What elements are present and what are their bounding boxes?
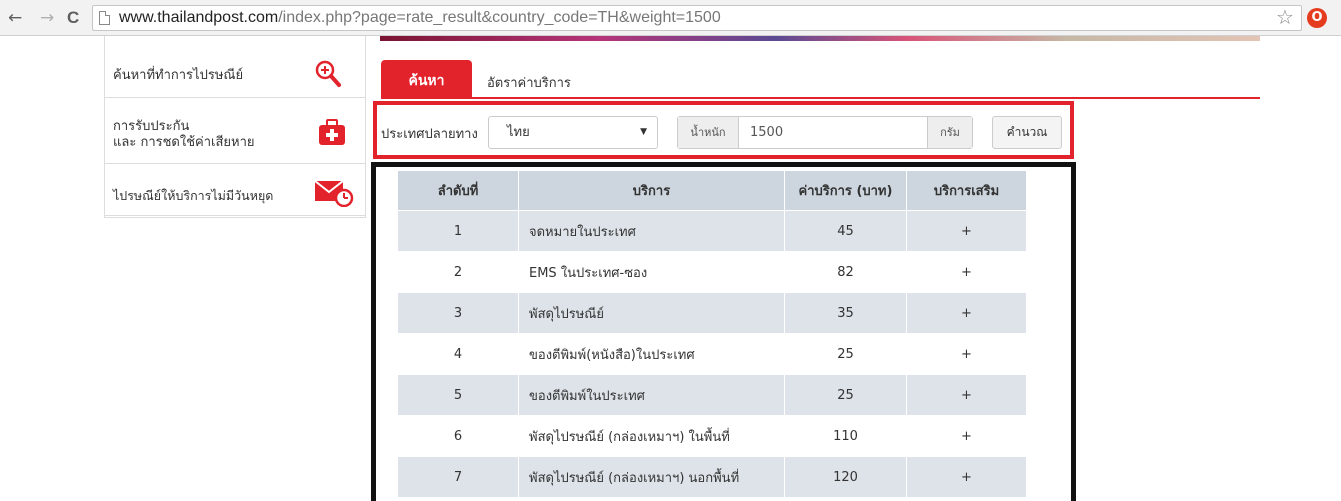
service-name: พัสดุไปรษณีย์ (กล่องเหมาฯ) ในพื้นที่ [518, 415, 785, 457]
table-row: 4 ของตีพิมพ์(หนังสือ)ในประเทศ 25 + [397, 333, 1027, 375]
tab-underline [381, 97, 1260, 99]
add-extra-service-button[interactable]: + [906, 210, 1027, 252]
sidebar: ค้นหาที่ทำการไปรษณีย์ การรับประกัน และ ก… [104, 36, 366, 218]
table-row: 3 พัสดุไปรษณีย์ 35 + [397, 292, 1027, 334]
add-extra-service-button[interactable]: + [906, 251, 1027, 293]
service-price: 120 [784, 456, 907, 498]
sidebar-item-open-daily[interactable]: ไปรษณีย์ให้บริการไม่มีวันหยุด [105, 164, 365, 216]
forward-arrow-icon[interactable]: → [40, 8, 54, 28]
column-header-price: ค่าบริการ (บาท) [784, 170, 907, 211]
add-extra-service-button[interactable]: + [906, 333, 1027, 375]
mail-clock-icon [314, 180, 354, 207]
weight-label: น้ำหนัก [678, 117, 739, 148]
service-name: จดหมายในประเทศ [518, 210, 785, 252]
service-price: 45 [784, 210, 907, 252]
column-header-extra: บริการเสริม [906, 170, 1027, 211]
weight-input[interactable] [740, 117, 928, 148]
destination-select[interactable]: ไทย ▼ [488, 116, 658, 149]
row-number: 4 [397, 333, 519, 375]
sidebar-item-label-line1: การรับประกัน [113, 119, 190, 134]
table-row: 6 พัสดุไปรษณีย์ (กล่องเหมาฯ) ในพื้นที่ 1… [397, 415, 1027, 457]
banner-image-strip [380, 36, 1260, 41]
add-extra-service-button[interactable]: + [906, 374, 1027, 416]
search-plus-icon [315, 60, 341, 87]
service-name: EMS ในประเทศ-ซอง [518, 251, 785, 293]
reload-icon[interactable]: C [67, 8, 79, 28]
add-extra-service-button[interactable]: + [906, 415, 1027, 457]
first-aid-kit-icon [319, 119, 345, 145]
service-name: พัสดุไปรษณีย์ (กล่องเหมาฯ) นอกพื้นที่ [518, 456, 785, 498]
service-name: พัสดุไปรษณีย์ [518, 292, 785, 334]
destination-label: ประเทศปลายทาง [381, 127, 478, 142]
row-number: 1 [397, 210, 519, 252]
table-row: 1 จดหมายในประเทศ 45 + [397, 210, 1027, 252]
service-price: 82 [784, 251, 907, 293]
column-header-no: ลำดับที่ [397, 170, 519, 211]
rates-table-highlight: ลำดับที่ บริการ ค่าบริการ (บาท) บริการเส… [371, 162, 1076, 501]
sidebar-item-find-post-office[interactable]: ค้นหาที่ทำการไปรษณีย์ [105, 36, 365, 98]
table-row: 2 EMS ในประเทศ-ซอง 82 + [397, 251, 1027, 293]
table-row: 5 ของตีพิมพ์ในประเทศ 25 + [397, 374, 1027, 416]
tab-rates[interactable]: อัตราค่าบริการ [487, 72, 571, 93]
url-path: /index.php?page=rate_result&country_code… [278, 9, 721, 26]
bookmark-star-icon[interactable]: ☆ [1276, 7, 1294, 27]
add-extra-service-button[interactable]: + [906, 456, 1027, 498]
row-number: 3 [397, 292, 519, 334]
row-number: 6 [397, 415, 519, 457]
page-icon [99, 11, 110, 25]
url-text[interactable]: www.thailandpost.com/index.php?page=rate… [119, 9, 721, 27]
add-extra-service-button[interactable]: + [906, 292, 1027, 334]
chevron-down-icon: ▼ [640, 127, 647, 137]
url-domain: www.thailandpost.com [119, 9, 279, 26]
weight-field-group: น้ำหนัก กรัม [677, 116, 973, 149]
sidebar-item-label: ไปรษณีย์ให้บริการไม่มีวันหยุด [113, 188, 274, 203]
weight-unit: กรัม [927, 117, 972, 148]
service-name: ของตีพิมพ์(หนังสือ)ในประเทศ [518, 333, 785, 375]
column-header-service: บริการ [518, 170, 785, 211]
sidebar-item-insurance[interactable]: การรับประกัน และ การชดใช้ค่าเสียหาย [105, 98, 365, 164]
address-bar[interactable]: www.thailandpost.com/index.php?page=rate… [92, 5, 1302, 31]
rates-table: ลำดับที่ บริการ ค่าบริการ (บาท) บริการเส… [397, 170, 1027, 498]
service-price: 35 [784, 292, 907, 334]
table-header-row: ลำดับที่ บริการ ค่าบริการ (บาท) บริการเส… [397, 170, 1027, 211]
row-number: 7 [397, 456, 519, 498]
service-price: 25 [784, 374, 907, 416]
browser-toolbar: ← → C www.thailandpost.com/index.php?pag… [0, 0, 1341, 36]
row-number: 5 [397, 374, 519, 416]
table-row: 7 พัสดุไปรษณีย์ (กล่องเหมาฯ) นอกพื้นที่ … [397, 456, 1027, 498]
sidebar-item-label: ค้นหาที่ทำการไปรษณีย์ [113, 68, 244, 83]
extension-icon[interactable]: O [1307, 8, 1327, 28]
service-price: 110 [784, 415, 907, 457]
destination-value: ไทย [507, 125, 530, 140]
service-name: ของตีพิมพ์ในประเทศ [518, 374, 785, 416]
row-number: 2 [397, 251, 519, 293]
service-price: 25 [784, 333, 907, 375]
calculate-button[interactable]: คำนวณ [992, 116, 1062, 149]
sidebar-item-label-line2: และ การชดใช้ค่าเสียหาย [113, 135, 255, 150]
tab-search[interactable]: ค้นหา [381, 60, 472, 99]
back-arrow-icon[interactable]: ← [8, 8, 22, 28]
